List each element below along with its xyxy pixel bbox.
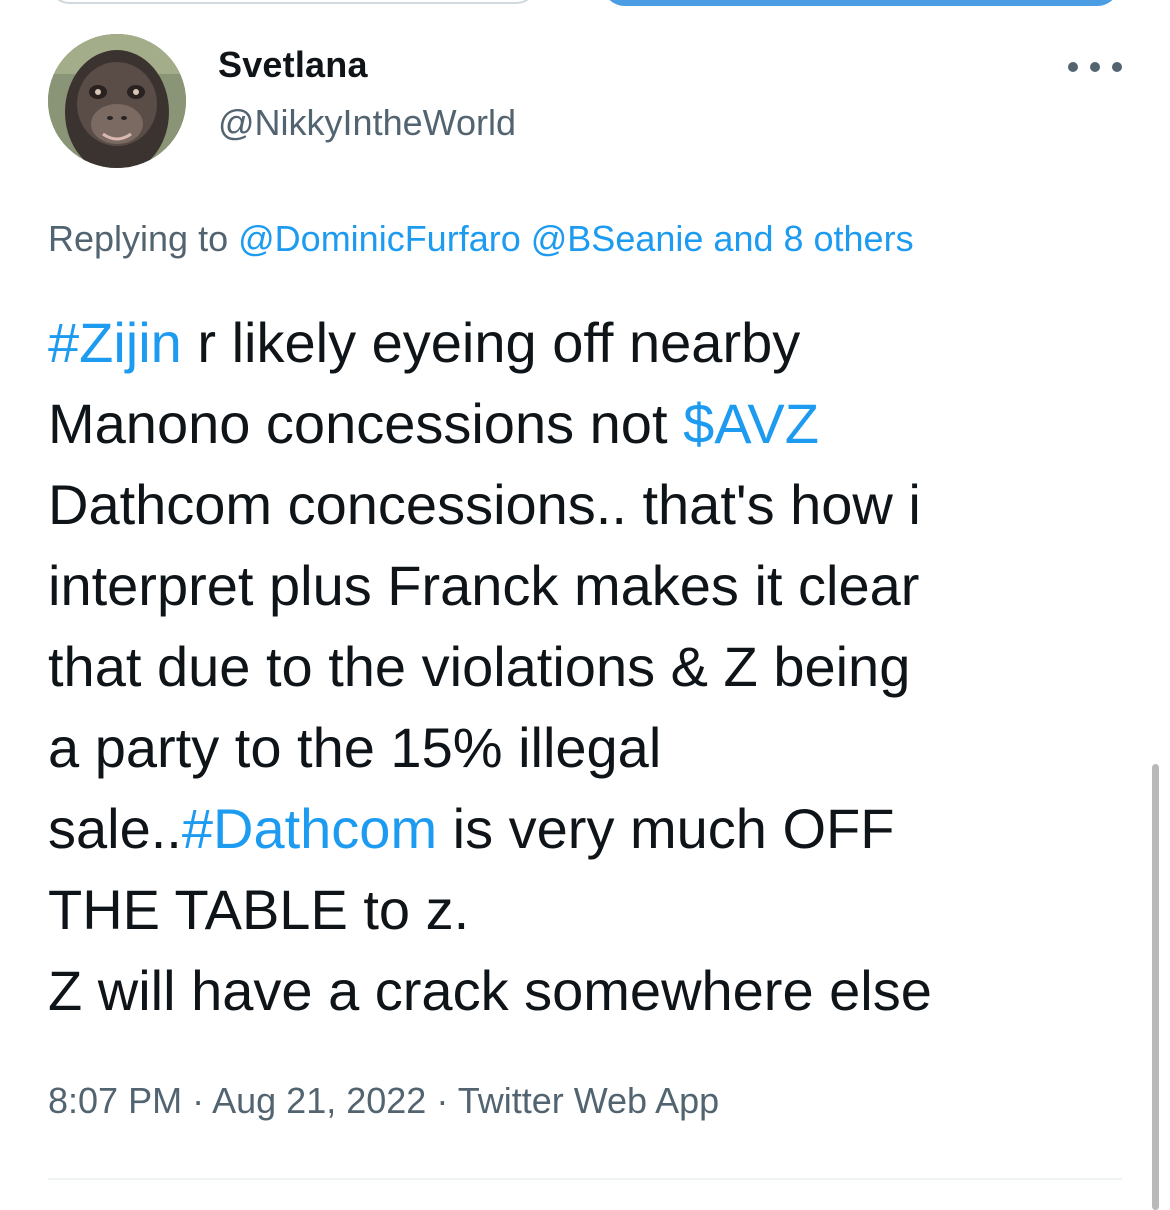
tweet-line: Manono concessions not $AVZ <box>48 383 1138 464</box>
replying-to-line: Replying to @DominicFurfaro @BSeanie and… <box>48 218 914 260</box>
tweet-text-segment: Manono concessions not <box>48 392 684 455</box>
tweet-date[interactable]: Aug 21, 2022 <box>212 1080 426 1121</box>
author-name[interactable]: Svetlana <box>218 44 368 86</box>
reply-mention-link[interactable]: @DominicFurfaro <box>238 218 521 259</box>
tweet-text-segment: sale.. <box>48 797 182 860</box>
more-options-icon[interactable] <box>1068 52 1122 82</box>
tweet-line: a party to the 15% illegal <box>48 716 662 779</box>
hashtag-link[interactable]: #Zijin <box>48 311 182 374</box>
replying-prefix: Replying to <box>48 218 229 259</box>
divider <box>48 1178 1122 1180</box>
avatar[interactable] <box>48 34 186 168</box>
tweet-line: THE TABLE to z. <box>48 878 470 941</box>
tweet-line: interpret plus Franck makes it clear <box>48 554 920 617</box>
reply-others-link[interactable]: and 8 others <box>713 218 913 259</box>
tweet-text: #Zijin r likely eyeing off nearby Manono… <box>48 302 1138 1031</box>
primary-button[interactable] <box>602 0 1120 6</box>
tweet-time[interactable]: 8:07 PM <box>48 1080 182 1121</box>
tweet-text-segment: r likely eyeing off nearby <box>181 311 801 374</box>
dot-icon <box>1090 62 1100 72</box>
reply-mention-link[interactable]: @BSeanie <box>531 218 704 259</box>
tweet-text-segment: is very much OFF <box>437 797 895 860</box>
tweet-line: sale..#Dathcom is very much OFF <box>48 788 1138 869</box>
follow-button-outline[interactable] <box>48 0 538 4</box>
scrollbar[interactable] <box>1152 764 1159 1210</box>
tweet-line: that due to the violations & Z being <box>48 635 911 698</box>
dot-icon <box>1112 62 1122 72</box>
tweet-metadata: 8:07 PM · Aug 21, 2022 · Twitter Web App <box>48 1080 719 1122</box>
meta-separator: · <box>192 1080 205 1121</box>
dot-icon <box>1068 62 1078 72</box>
cashtag-link[interactable]: $AVZ <box>683 392 819 455</box>
hashtag-link[interactable]: #Dathcom <box>182 797 437 860</box>
tweet-line: Dathcom concessions.. that's how i <box>48 473 921 536</box>
tweet-source[interactable]: Twitter Web App <box>458 1080 719 1121</box>
author-handle[interactable]: @NikkyIntheWorld <box>218 102 516 144</box>
meta-separator: · <box>436 1080 449 1121</box>
tweet-line: Z will have a crack somewhere else <box>48 959 932 1022</box>
avatar-image <box>48 34 186 168</box>
tweet-line: #Zijin r likely eyeing off nearby <box>48 302 1138 383</box>
